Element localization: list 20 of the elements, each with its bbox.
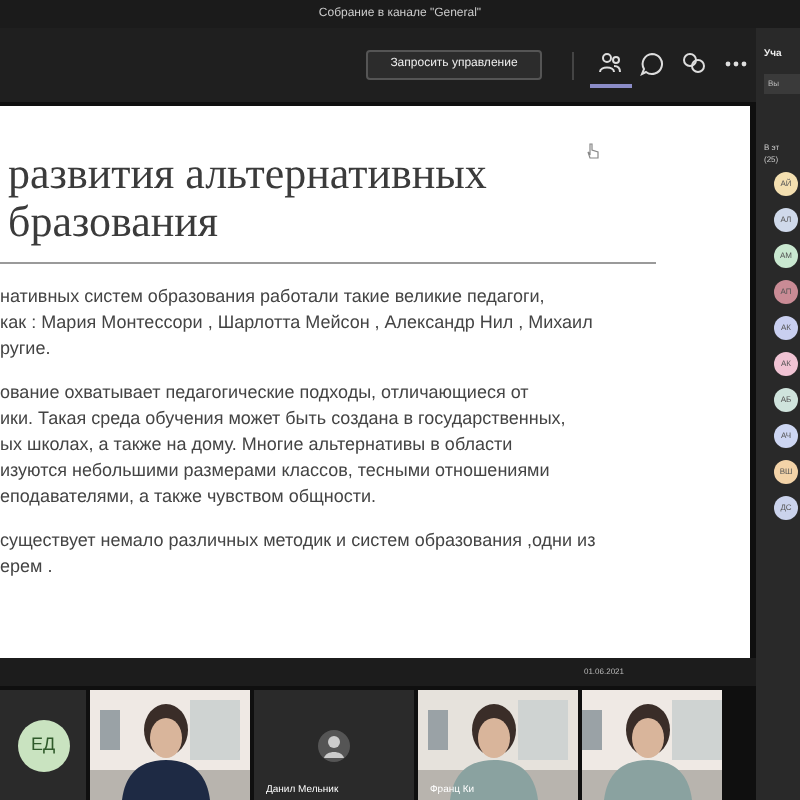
slide-text: изуются небольшими размерами классов, тесными отношениями [0, 458, 552, 484]
slide-title: бразования [8, 198, 219, 246]
slide-text: ругие. [0, 336, 53, 362]
video-tile[interactable]: ЕД [0, 690, 86, 800]
slide-text: ерем . [0, 554, 55, 580]
cursor-icon [586, 142, 600, 160]
slide-text: еподавателями, а также чувством общности. [0, 484, 379, 510]
slide-title: развития альтернативных [8, 150, 487, 198]
slide-text: ых школах, а также на дому. Многие альтернативы в области [0, 432, 515, 458]
rooms-icon [681, 52, 706, 74]
slide-text: существует немало различных методик и систем образования ,одни из [0, 528, 598, 554]
more-icon [723, 59, 748, 67]
chat-icon [640, 51, 665, 75]
slide-text: нативных систем образования работали такие великие педагоги, [0, 284, 547, 310]
avatar: ЕД [17, 719, 69, 771]
slide-text: как : Мария Монтессори , Шарлотта Мейсон , Александр Нил , Михаил [0, 310, 595, 336]
slide-text: ование охватывает педагогические подходы, отличающиеся от [0, 380, 531, 406]
people-icon [598, 52, 623, 74]
avatar [318, 729, 350, 761]
slide-text: ики. Такая среда обучения может быть создана в государственных, [0, 406, 568, 432]
